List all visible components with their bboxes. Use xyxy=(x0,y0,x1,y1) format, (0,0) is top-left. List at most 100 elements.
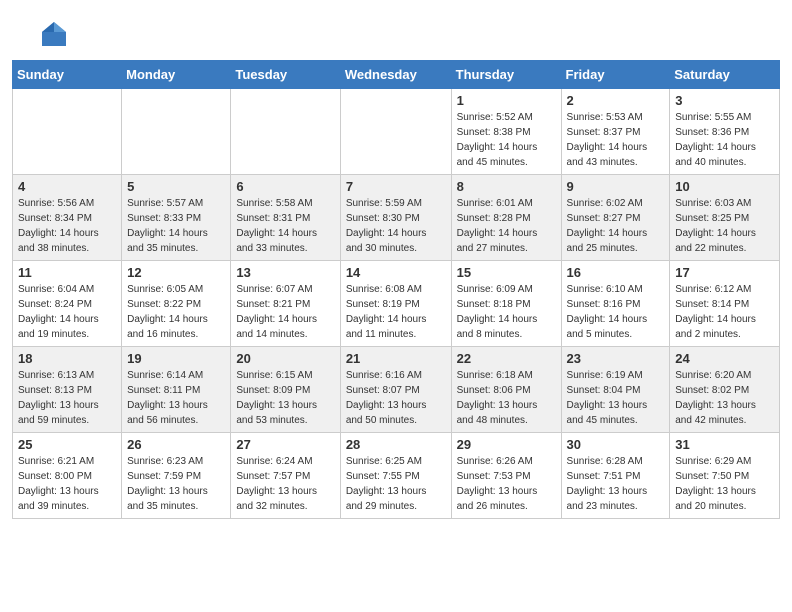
day-number: 28 xyxy=(346,437,446,452)
calendar-day-cell: 16 Sunrise: 6:10 AMSunset: 8:16 PMDayligh… xyxy=(561,261,670,347)
day-number: 15 xyxy=(457,265,556,280)
calendar-header-row: SundayMondayTuesdayWednesdayThursdayFrid… xyxy=(13,61,780,89)
day-number: 22 xyxy=(457,351,556,366)
day-number: 25 xyxy=(18,437,116,452)
calendar-week-row: 18 Sunrise: 6:13 AMSunset: 8:13 PMDayligh… xyxy=(13,347,780,433)
day-info: Sunrise: 6:07 AMSunset: 8:21 PMDaylight:… xyxy=(236,282,334,342)
logo-icon xyxy=(38,18,70,50)
day-number: 2 xyxy=(567,93,665,108)
day-info: Sunrise: 6:16 AMSunset: 8:07 PMDaylight:… xyxy=(346,368,446,428)
day-number: 11 xyxy=(18,265,116,280)
day-info: Sunrise: 6:13 AMSunset: 8:13 PMDaylight:… xyxy=(18,368,116,428)
calendar-day-cell: 7 Sunrise: 5:59 AMSunset: 8:30 PMDaylight… xyxy=(340,175,451,261)
day-info: Sunrise: 5:52 AMSunset: 8:38 PMDaylight:… xyxy=(457,110,556,170)
page-header xyxy=(12,0,780,60)
day-info: Sunrise: 6:03 AMSunset: 8:25 PMDaylight:… xyxy=(675,196,774,256)
day-number: 4 xyxy=(18,179,116,194)
day-number: 21 xyxy=(346,351,446,366)
day-info: Sunrise: 6:02 AMSunset: 8:27 PMDaylight:… xyxy=(567,196,665,256)
day-info: Sunrise: 6:20 AMSunset: 8:02 PMDaylight:… xyxy=(675,368,774,428)
day-info: Sunrise: 5:59 AMSunset: 8:30 PMDaylight:… xyxy=(346,196,446,256)
calendar-day-cell: 19Sunrise: 6:14 AMSunset: 8:11 PMDayligh… xyxy=(122,347,231,433)
day-number: 3 xyxy=(675,93,774,108)
day-info: Sunrise: 6:25 AMSunset: 7:55 PMDaylight:… xyxy=(346,454,446,514)
calendar-day-cell: 1 Sunrise: 5:52 AMSunset: 8:38 PMDaylight… xyxy=(451,89,561,175)
calendar-day-cell: 31 Sunrise: 6:29 AMSunset: 7:50 PMDayligh… xyxy=(670,433,780,519)
day-info: Sunrise: 6:29 AMSunset: 7:50 PMDaylight:… xyxy=(675,454,774,514)
day-number: 27 xyxy=(236,437,334,452)
calendar-day-cell: 9 Sunrise: 6:02 AMSunset: 8:27 PMDaylight… xyxy=(561,175,670,261)
day-info: Sunrise: 6:26 AMSunset: 7:53 PMDaylight:… xyxy=(457,454,556,514)
day-info: Sunrise: 5:57 AMSunset: 8:33 PMDaylight:… xyxy=(127,196,225,256)
day-number: 31 xyxy=(675,437,774,452)
day-number: 23 xyxy=(567,351,665,366)
calendar-day-cell: 20 Sunrise: 6:15 AMSunset: 8:09 PMDayligh… xyxy=(231,347,340,433)
day-info: Sunrise: 5:53 AMSunset: 8:37 PMDaylight:… xyxy=(567,110,665,170)
day-info: Sunrise: 6:15 AMSunset: 8:09 PMDaylight:… xyxy=(236,368,334,428)
calendar-day-cell: 11 Sunrise: 6:04 AMSunset: 8:24 PMDayligh… xyxy=(13,261,122,347)
calendar-day-header: Wednesday xyxy=(340,61,451,89)
day-info: Sunrise: 6:09 AMSunset: 8:18 PMDaylight:… xyxy=(457,282,556,342)
calendar-day-cell xyxy=(122,89,231,175)
calendar-day-header: Monday xyxy=(122,61,231,89)
calendar-day-cell: 2 Sunrise: 5:53 AMSunset: 8:37 PMDaylight… xyxy=(561,89,670,175)
day-number: 16 xyxy=(567,265,665,280)
day-number: 10 xyxy=(675,179,774,194)
day-info: Sunrise: 6:04 AMSunset: 8:24 PMDaylight:… xyxy=(18,282,116,342)
calendar-day-cell xyxy=(340,89,451,175)
day-number: 9 xyxy=(567,179,665,194)
calendar-day-cell: 17 Sunrise: 6:12 AMSunset: 8:14 PMDayligh… xyxy=(670,261,780,347)
day-info: Sunrise: 6:19 AMSunset: 8:04 PMDaylight:… xyxy=(567,368,665,428)
day-info: Sunrise: 6:12 AMSunset: 8:14 PMDaylight:… xyxy=(675,282,774,342)
calendar-day-cell xyxy=(231,89,340,175)
day-number: 7 xyxy=(346,179,446,194)
calendar-day-header: Sunday xyxy=(13,61,122,89)
calendar-week-row: 25 Sunrise: 6:21 AMSunset: 8:00 PMDayligh… xyxy=(13,433,780,519)
calendar-day-cell: 25 Sunrise: 6:21 AMSunset: 8:00 PMDayligh… xyxy=(13,433,122,519)
calendar-day-cell: 30 Sunrise: 6:28 AMSunset: 7:51 PMDayligh… xyxy=(561,433,670,519)
calendar-day-cell: 3Sunrise: 5:55 AMSunset: 8:36 PMDaylight… xyxy=(670,89,780,175)
day-info: Sunrise: 6:21 AMSunset: 8:00 PMDaylight:… xyxy=(18,454,116,514)
day-info: Sunrise: 6:05 AMSunset: 8:22 PMDaylight:… xyxy=(127,282,225,342)
calendar-table: SundayMondayTuesdayWednesdayThursdayFrid… xyxy=(12,60,780,519)
calendar-day-cell: 10 Sunrise: 6:03 AMSunset: 8:25 PMDayligh… xyxy=(670,175,780,261)
calendar-day-cell xyxy=(13,89,122,175)
calendar-day-cell: 26Sunrise: 6:23 AMSunset: 7:59 PMDayligh… xyxy=(122,433,231,519)
day-number: 14 xyxy=(346,265,446,280)
calendar-day-cell: 27 Sunrise: 6:24 AMSunset: 7:57 PMDayligh… xyxy=(231,433,340,519)
day-info: Sunrise: 6:23 AMSunset: 7:59 PMDaylight:… xyxy=(127,454,225,514)
day-info: Sunrise: 6:10 AMSunset: 8:16 PMDaylight:… xyxy=(567,282,665,342)
calendar-day-header: Tuesday xyxy=(231,61,340,89)
calendar-day-cell: 12Sunrise: 6:05 AMSunset: 8:22 PMDayligh… xyxy=(122,261,231,347)
day-number: 20 xyxy=(236,351,334,366)
day-number: 24 xyxy=(675,351,774,366)
day-number: 13 xyxy=(236,265,334,280)
calendar-day-cell: 23 Sunrise: 6:19 AMSunset: 8:04 PMDayligh… xyxy=(561,347,670,433)
calendar-week-row: 1 Sunrise: 5:52 AMSunset: 8:38 PMDaylight… xyxy=(13,89,780,175)
calendar-day-cell: 5 Sunrise: 5:57 AMSunset: 8:33 PMDaylight… xyxy=(122,175,231,261)
calendar-day-cell: 28 Sunrise: 6:25 AMSunset: 7:55 PMDayligh… xyxy=(340,433,451,519)
day-info: Sunrise: 6:01 AMSunset: 8:28 PMDaylight:… xyxy=(457,196,556,256)
day-number: 18 xyxy=(18,351,116,366)
day-info: Sunrise: 6:24 AMSunset: 7:57 PMDaylight:… xyxy=(236,454,334,514)
day-number: 17 xyxy=(675,265,774,280)
calendar-day-cell: 8Sunrise: 6:01 AMSunset: 8:28 PMDaylight… xyxy=(451,175,561,261)
calendar-day-cell: 6Sunrise: 5:58 AMSunset: 8:31 PMDaylight… xyxy=(231,175,340,261)
calendar-day-cell: 22 Sunrise: 6:18 AMSunset: 8:06 PMDayligh… xyxy=(451,347,561,433)
calendar-day-cell: 21 Sunrise: 6:16 AMSunset: 8:07 PMDayligh… xyxy=(340,347,451,433)
day-number: 29 xyxy=(457,437,556,452)
calendar-day-cell: 29 Sunrise: 6:26 AMSunset: 7:53 PMDayligh… xyxy=(451,433,561,519)
calendar-week-row: 4Sunrise: 5:56 AMSunset: 8:34 PMDaylight… xyxy=(13,175,780,261)
calendar-day-cell: 15 Sunrise: 6:09 AMSunset: 8:18 PMDayligh… xyxy=(451,261,561,347)
day-number: 1 xyxy=(457,93,556,108)
day-info: Sunrise: 6:08 AMSunset: 8:19 PMDaylight:… xyxy=(346,282,446,342)
calendar-day-cell: 14 Sunrise: 6:08 AMSunset: 8:19 PMDayligh… xyxy=(340,261,451,347)
day-info: Sunrise: 6:14 AMSunset: 8:11 PMDaylight:… xyxy=(127,368,225,428)
day-info: Sunrise: 6:28 AMSunset: 7:51 PMDaylight:… xyxy=(567,454,665,514)
calendar-day-header: Friday xyxy=(561,61,670,89)
day-number: 6 xyxy=(236,179,334,194)
day-number: 5 xyxy=(127,179,225,194)
day-info: Sunrise: 6:18 AMSunset: 8:06 PMDaylight:… xyxy=(457,368,556,428)
calendar-week-row: 11 Sunrise: 6:04 AMSunset: 8:24 PMDayligh… xyxy=(13,261,780,347)
day-number: 30 xyxy=(567,437,665,452)
